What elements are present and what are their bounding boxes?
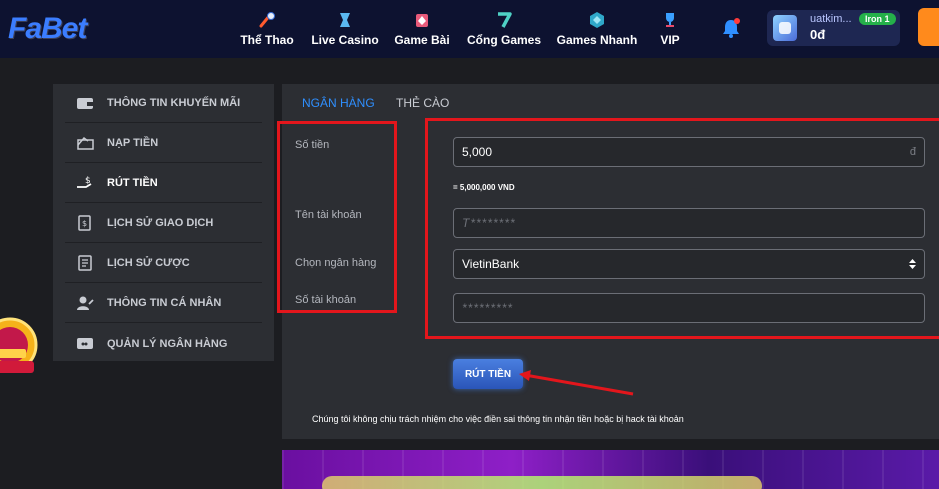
disclaimer-text: Chúng tôi không chịu trách nhiệm cho việ… — [312, 414, 684, 424]
svg-text:$: $ — [85, 176, 91, 186]
sidebar-item-label: RÚT TIỀN — [107, 177, 158, 189]
balance: 0đ — [810, 27, 826, 42]
sidebar-item-label: LỊCH SỬ CƯỢC — [107, 257, 190, 269]
nav-item-fast-games[interactable]: Games Nhanh — [557, 0, 637, 58]
sidebar-item-label: THÔNG TIN CÁ NHÂN — [107, 297, 222, 309]
sidebar-item-label: QUẢN LÝ NGÂN HÀNG — [107, 337, 228, 350]
tab-bank[interactable]: NGÂN HÀNG — [302, 96, 375, 110]
nav-label: Game Bài — [394, 33, 450, 47]
sidebar-item-promotions[interactable]: THÔNG TIN KHUYẾN MÃI — [65, 84, 262, 123]
annotation-box-fields — [425, 118, 939, 339]
games-icon — [498, 12, 512, 28]
annotation-arrow-icon — [519, 370, 634, 396]
wallet-icon — [77, 98, 93, 109]
promo-banner[interactable] — [282, 450, 939, 489]
nav-label: Games Nhanh — [556, 33, 638, 47]
transaction-history-icon: $ — [78, 215, 91, 231]
nav-item-card-games[interactable]: Game Bài — [394, 0, 450, 58]
casino-icon — [340, 13, 350, 27]
cards-icon — [416, 14, 428, 27]
deposit-shortcut-button[interactable] — [918, 8, 939, 46]
nav-item-live-casino[interactable]: Live Casino — [311, 0, 379, 58]
deposit-icon — [77, 136, 94, 150]
withdraw-submit-button[interactable]: RÚT TIỀN — [453, 359, 523, 389]
sidebar-item-withdraw[interactable]: $ RÚT TIỀN — [65, 164, 262, 203]
sidebar-item-bet-history[interactable]: LỊCH SỬ CƯỢC — [65, 244, 262, 283]
bank-card-icon — [77, 338, 93, 349]
profile-icon — [77, 296, 94, 310]
nav-label: Cổng Games — [467, 33, 542, 47]
user-account-card[interactable]: uatkim... 0đ Iron 1 — [767, 10, 900, 46]
nav-label: VIP — [660, 33, 680, 47]
sports-icon — [259, 12, 275, 28]
account-sidebar: THÔNG TIN KHUYẾN MÃI NẠP TIỀN $ RÚT TIỀN… — [53, 84, 274, 361]
fast-games-icon — [590, 12, 604, 28]
sidebar-item-bank-management[interactable]: QUẢN LÝ NGÂN HÀNG — [65, 324, 262, 363]
bet-history-icon — [78, 255, 92, 271]
nav-label: Live Casino — [311, 33, 379, 47]
rank-badge: Iron 1 — [859, 13, 896, 25]
nav-item-game-portal[interactable]: Cổng Games — [467, 0, 542, 58]
sidebar-item-label: LỊCH SỬ GIAO DỊCH — [107, 217, 214, 229]
nav-item-vip[interactable]: VIP — [656, 0, 684, 58]
withdraw-icon: $ — [77, 176, 92, 188]
nav-label: Thể Thao — [240, 33, 294, 47]
top-header: FaBet Thể Thao Live Casino Game Bài Cổng… — [0, 0, 939, 58]
tab-scratch-card[interactable]: THẺ CÀO — [396, 96, 449, 110]
svg-text:$: $ — [82, 219, 87, 228]
sidebar-item-label: NẠP TIỀN — [107, 137, 159, 149]
annotation-box-labels — [277, 121, 397, 313]
lucky-spin-badge-icon[interactable] — [0, 315, 38, 385]
banner-glow — [322, 476, 762, 489]
sidebar-item-deposit[interactable]: NẠP TIỀN — [65, 124, 262, 163]
trophy-icon — [666, 13, 674, 27]
avatar — [773, 15, 797, 41]
notification-bell-icon[interactable] — [721, 17, 741, 39]
site-logo[interactable]: FaBet — [8, 12, 87, 46]
username: uatkim... — [810, 13, 852, 25]
nav-item-sports[interactable]: Thể Thao — [240, 0, 294, 58]
sidebar-item-transaction-history[interactable]: $ LỊCH SỬ GIAO DỊCH — [65, 204, 262, 243]
sidebar-item-label: THÔNG TIN KHUYẾN MÃI — [107, 97, 241, 109]
sidebar-item-profile[interactable]: THÔNG TIN CÁ NHÂN — [65, 284, 262, 323]
